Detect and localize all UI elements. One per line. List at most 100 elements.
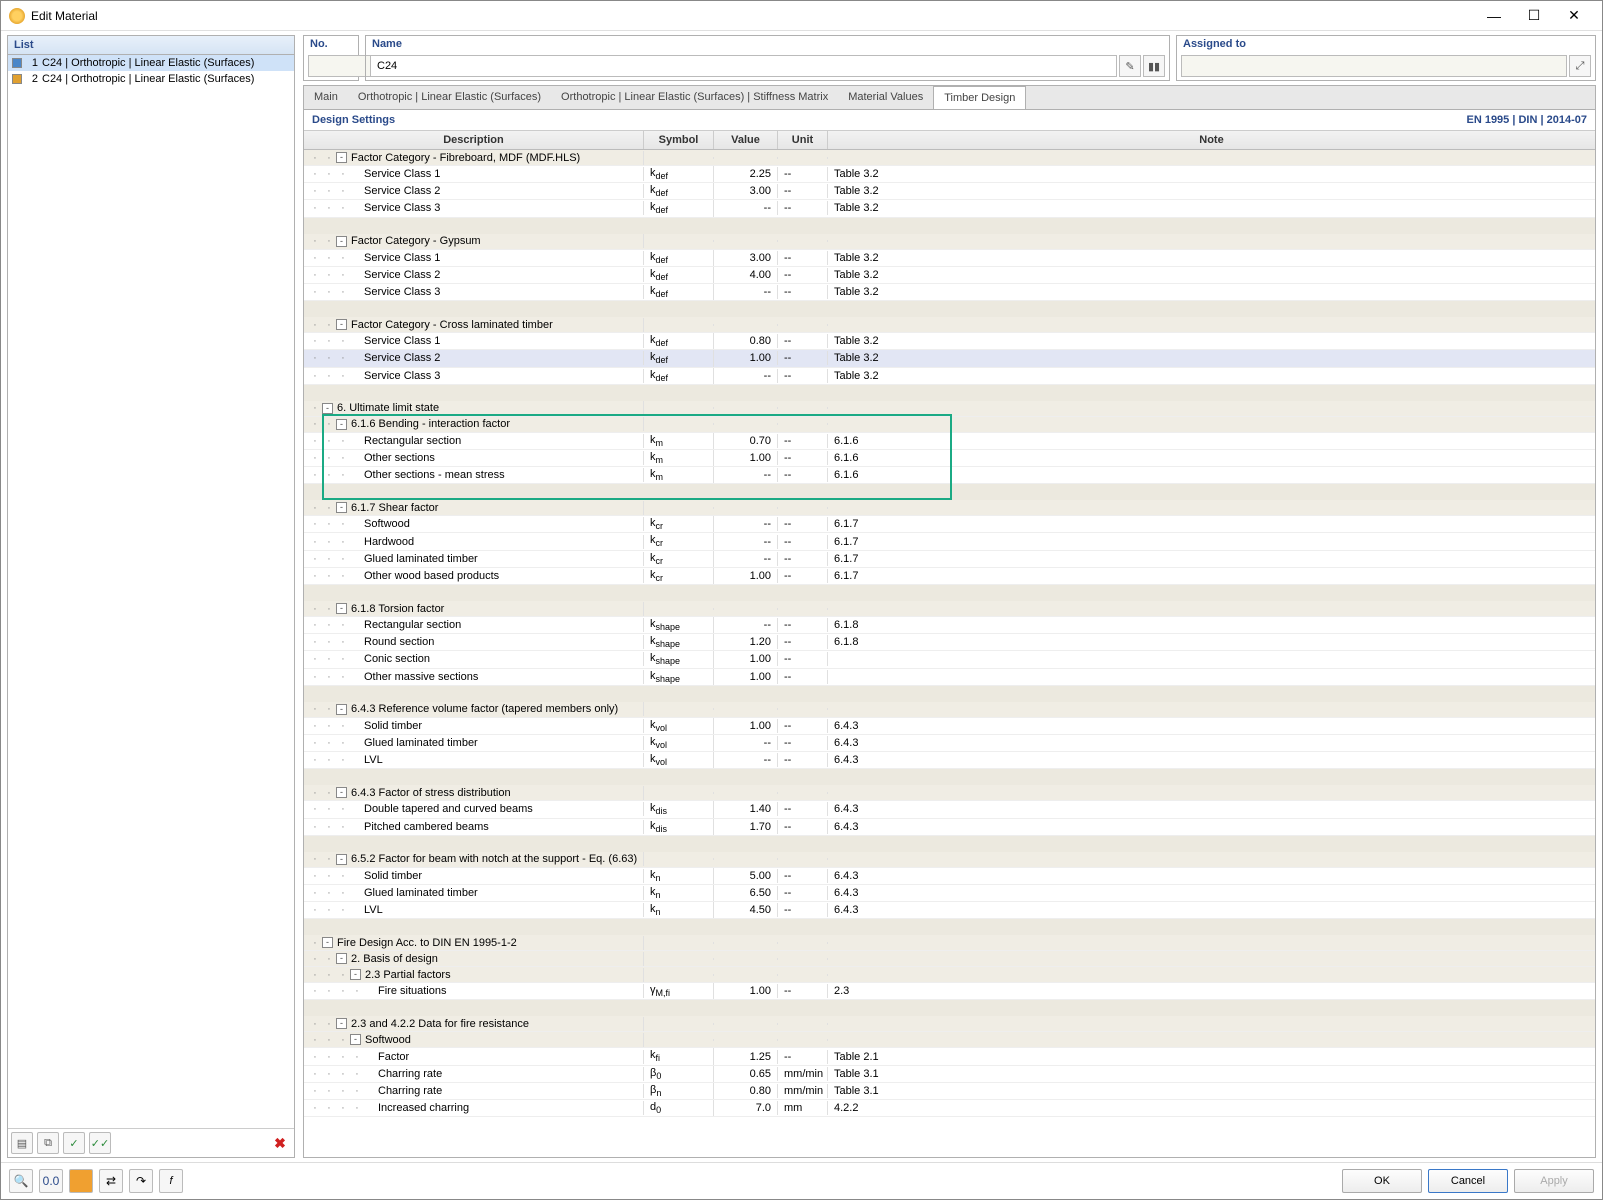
data-row[interactable]: ···Conic sectionkshape1.00-- [304,651,1595,668]
category-row[interactable]: ···-Softwood [304,1032,1595,1048]
row-value[interactable]: 1.00 [714,652,778,666]
row-value[interactable]: -- [714,201,778,215]
category-row[interactable]: ··-2. Basis of design [304,951,1595,967]
check-all-icon[interactable]: ✓✓ [89,1132,111,1154]
row-value[interactable]: 3.00 [714,251,778,265]
tree-toggle-icon[interactable]: - [336,953,347,964]
tree-toggle-icon[interactable]: - [322,403,333,414]
row-value[interactable]: -- [714,468,778,482]
tab[interactable]: Orthotropic | Linear Elastic (Surfaces) … [551,86,838,109]
tree-toggle-icon[interactable]: - [336,419,347,430]
row-value[interactable]: -- [714,285,778,299]
tree-toggle-icon[interactable]: - [336,603,347,614]
assigned-input[interactable] [1181,55,1567,77]
pick-assigned-icon[interactable]: ⤢ [1569,55,1591,77]
data-row[interactable]: ····Factorkfi1.25--Table 2.1 [304,1048,1595,1065]
category-row[interactable]: ··-6.1.7 Shear factor [304,500,1595,516]
category-row[interactable]: ··-Factor Category - Fibreboard, MDF (MD… [304,150,1595,166]
category-row[interactable]: ··-2.3 and 4.2.2 Data for fire resistanc… [304,1016,1595,1032]
data-row[interactable]: ···Service Class 2kdef1.00--Table 3.2 [304,350,1595,367]
cancel-button[interactable]: Cancel [1428,1169,1508,1193]
data-row[interactable]: ···Solid timberkn5.00--6.4.3 [304,868,1595,885]
tree-toggle-icon[interactable]: - [350,969,361,980]
tab[interactable]: Orthotropic | Linear Elastic (Surfaces) [348,86,551,109]
close-button[interactable]: ✕ [1554,2,1594,30]
tree-toggle-icon[interactable]: - [336,854,347,865]
row-value[interactable]: -- [714,369,778,383]
data-row[interactable]: ···Service Class 1kdef3.00--Table 3.2 [304,250,1595,267]
row-value[interactable]: 4.00 [714,268,778,282]
maximize-button[interactable]: ☐ [1514,2,1554,30]
tree-toggle-icon[interactable]: - [336,152,347,163]
data-row[interactable]: ···Glued laminated timberkvol----6.4.3 [304,735,1595,752]
data-row[interactable]: ···Service Class 2kdef3.00--Table 3.2 [304,183,1595,200]
calc-icon[interactable]: 0.0 [39,1169,63,1193]
data-row[interactable]: ···Glued laminated timberkcr----6.1.7 [304,551,1595,568]
data-row[interactable]: ····Increased charringd07.0mm4.2.2 [304,1100,1595,1117]
tree-toggle-icon[interactable]: - [336,319,347,330]
grid-body[interactable]: ··-Factor Category - Fibreboard, MDF (MD… [304,150,1595,1157]
row-value[interactable]: 0.65 [714,1067,778,1081]
category-row[interactable]: ···-2.3 Partial factors [304,967,1595,983]
tree-toggle-icon[interactable]: - [350,1034,361,1045]
apply-button[interactable]: Apply [1514,1169,1594,1193]
data-row[interactable]: ···Double tapered and curved beamskdis1.… [304,801,1595,818]
library-icon[interactable]: ▮▮ [1143,55,1165,77]
data-row[interactable]: ···Softwoodkcr----6.1.7 [304,516,1595,533]
row-value[interactable]: 0.80 [714,1084,778,1098]
tree-toggle-icon[interactable]: - [336,787,347,798]
tree-toggle-icon[interactable]: - [336,236,347,247]
row-value[interactable]: 1.00 [714,719,778,733]
data-row[interactable]: ···Service Class 1kdef2.25--Table 3.2 [304,166,1595,183]
category-row[interactable]: ··-6.1.8 Torsion factor [304,601,1595,617]
row-value[interactable]: 1.00 [714,351,778,365]
data-row[interactable]: ···Other sectionskm1.00--6.1.6 [304,450,1595,467]
data-row[interactable]: ···LVLkvol----6.4.3 [304,752,1595,769]
category-row[interactable]: ··-6.5.2 Factor for beam with notch at t… [304,852,1595,868]
data-row[interactable]: ···Rectangular sectionkshape----6.1.8 [304,617,1595,634]
row-value[interactable]: -- [714,736,778,750]
data-row[interactable]: ···Other massive sectionskshape1.00-- [304,669,1595,686]
data-row[interactable]: ···LVLkn4.50--6.4.3 [304,902,1595,919]
row-value[interactable]: 1.70 [714,820,778,834]
category-row[interactable]: ··-6.4.3 Reference volume factor (tapere… [304,702,1595,718]
row-value[interactable]: -- [714,753,778,767]
row-value[interactable]: 3.00 [714,184,778,198]
row-value[interactable]: 1.25 [714,1050,778,1064]
data-row[interactable]: ···Round sectionkshape1.20--6.1.8 [304,634,1595,651]
row-value[interactable]: 1.00 [714,670,778,684]
tab[interactable]: Timber Design [933,86,1026,110]
data-row[interactable]: ···Hardwoodkcr----6.1.7 [304,533,1595,550]
edit-name-icon[interactable]: ✎ [1119,55,1141,77]
units-icon[interactable]: 🔍 [9,1169,33,1193]
tree-toggle-icon[interactable]: - [322,937,333,948]
data-row[interactable]: ···Rectangular sectionkm0.70--6.1.6 [304,433,1595,450]
data-row[interactable]: ···Service Class 1kdef0.80--Table 3.2 [304,333,1595,350]
check-icon[interactable]: ✓ [63,1132,85,1154]
list-item[interactable]: 2C24 | Orthotropic | Linear Elastic (Sur… [8,71,294,87]
data-row[interactable]: ···Other wood based productskcr1.00--6.1… [304,568,1595,585]
category-row[interactable]: ·-6. Ultimate limit state [304,401,1595,417]
tab[interactable]: Material Values [838,86,933,109]
color-icon[interactable] [69,1169,93,1193]
tree-toggle-icon[interactable]: - [336,704,347,715]
delete-icon[interactable]: ✖ [269,1132,291,1154]
category-row[interactable]: ··-Factor Category - Gypsum [304,234,1595,250]
row-value[interactable]: 1.20 [714,635,778,649]
tab[interactable]: Main [304,86,348,109]
export-icon[interactable]: ↷ [129,1169,153,1193]
data-row[interactable]: ···Service Class 3kdef----Table 3.2 [304,200,1595,217]
data-row[interactable]: ···Service Class 3kdef----Table 3.2 [304,368,1595,385]
row-value[interactable]: 1.00 [714,451,778,465]
row-value[interactable]: -- [714,535,778,549]
tree-toggle-icon[interactable]: - [336,502,347,513]
function-icon[interactable]: f [159,1169,183,1193]
row-value[interactable]: 0.70 [714,434,778,448]
copy-item-icon[interactable]: ⧉ [37,1132,59,1154]
ok-button[interactable]: OK [1342,1169,1422,1193]
name-input[interactable] [370,55,1117,77]
data-row[interactable]: ····Charring rateβ00.65mm/minTable 3.1 [304,1066,1595,1083]
row-value[interactable]: 4.50 [714,903,778,917]
list-item[interactable]: 1C24 | Orthotropic | Linear Elastic (Sur… [8,55,294,71]
row-value[interactable]: 2.25 [714,167,778,181]
